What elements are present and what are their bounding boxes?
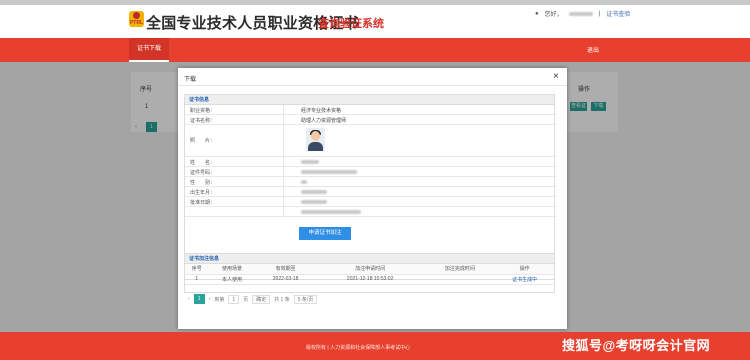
col-header: 使用场景 bbox=[208, 264, 256, 275]
field-label: 证书名称： bbox=[190, 118, 216, 124]
source-watermark: 搜狐号@考呀呀会计官网 bbox=[562, 338, 711, 353]
field-value-redacted bbox=[301, 209, 361, 215]
per-page-select[interactable]: 5 条/页 bbox=[293, 294, 318, 304]
photo-avatar bbox=[306, 128, 325, 151]
records-header-row: 序号 使用场景 有效期至 加注申请时间 加注完成时间 操作 bbox=[185, 264, 554, 275]
field-row-qualification: 职业资格： 经济专业技术资格 bbox=[185, 105, 556, 115]
cell-scene: 本人使用 bbox=[208, 274, 256, 285]
col-header: 序号 bbox=[185, 264, 209, 275]
close-icon[interactable]: × bbox=[553, 71, 559, 82]
modal-pagination: ‹ 1 › 到第 1 页 确定 共 1 条 5 条/页 bbox=[188, 293, 318, 305]
page-unit-label: 页 bbox=[243, 296, 249, 303]
annotation-records-panel: 证书加注信息 序号 使用场景 有效期至 加注申请时间 加注完成时间 操作 1 本… bbox=[184, 253, 555, 293]
cell-finish-time bbox=[424, 274, 496, 285]
field-row-name: 姓 名： bbox=[185, 157, 556, 167]
apply-row bbox=[185, 217, 556, 247]
col-header: 加注申请时间 bbox=[315, 264, 425, 275]
modal-header: 下载 × bbox=[178, 68, 567, 86]
apply-annotation-button[interactable]: 申请证书加注 bbox=[299, 227, 351, 240]
cell-valid-until: 2022-03-18 bbox=[255, 274, 316, 285]
cert-query-link[interactable]: 证书查验 bbox=[606, 9, 630, 18]
field-label: 证件号码： bbox=[190, 170, 216, 176]
user-greeting: 您好， bbox=[544, 12, 563, 18]
records-table: 序号 使用场景 有效期至 加注申请时间 加注完成时间 操作 1 本人使用 202… bbox=[185, 264, 554, 285]
field-value: 助理人力资源管理师 bbox=[301, 118, 347, 124]
col-header: 加注完成时间 bbox=[424, 264, 496, 275]
main-nav bbox=[0, 38, 750, 62]
user-name-redacted bbox=[568, 11, 593, 16]
field-value-redacted bbox=[301, 169, 357, 175]
tab-cert-download[interactable]: 证书下载 bbox=[129, 38, 170, 62]
logo-text: PTRL bbox=[129, 20, 144, 26]
next-page-button[interactable]: › bbox=[209, 296, 211, 302]
table-row: 1 本人使用 2022-03-18 2021-12-18 10:53:02 证书… bbox=[185, 274, 554, 285]
field-row-approval-date: 批准日期： bbox=[185, 197, 556, 207]
field-label: 照 片： bbox=[190, 138, 216, 144]
field-row-birth: 出生年月： bbox=[185, 187, 556, 197]
col-header: 操作 bbox=[495, 264, 554, 275]
exit-link[interactable]: 退出 bbox=[587, 45, 599, 54]
field-value: 经济专业技术资格 bbox=[301, 108, 342, 114]
cell-index: 1 bbox=[185, 274, 209, 285]
field-label: 职业资格： bbox=[190, 108, 216, 114]
field-value-redacted bbox=[301, 179, 307, 185]
logo-emblem-icon bbox=[133, 12, 140, 19]
header-user-area: ● 您好， | 证书查验 bbox=[535, 9, 630, 19]
field-label: 批准日期： bbox=[190, 200, 216, 206]
user-icon: ● bbox=[535, 10, 539, 17]
field-row-issuer bbox=[185, 207, 556, 217]
field-value-redacted bbox=[301, 159, 319, 165]
field-row-photo: 照 片： bbox=[185, 125, 556, 157]
site-subtitle: 查询验证系统 bbox=[318, 18, 384, 30]
goto-confirm-button[interactable]: 确定 bbox=[252, 294, 271, 304]
field-row-gender: 性 别： bbox=[185, 177, 556, 187]
field-value-redacted bbox=[301, 199, 327, 205]
field-label: 出生年月： bbox=[190, 190, 216, 196]
modal-title: 下载 bbox=[184, 77, 197, 83]
goto-label: 到第 bbox=[214, 296, 225, 303]
field-label: 性 别： bbox=[190, 180, 216, 186]
download-modal: 下载 × 证书信息 职业资格： 经济专业技术资格 证书名称： 助理人力资源管理师… bbox=[178, 68, 567, 329]
footer-copyright: 版权所有 | 人力资源和社会保障部人事考试中心 bbox=[306, 345, 411, 351]
cell-status-link[interactable]: 证书生成中 bbox=[495, 274, 554, 285]
field-row-cert-name: 证书名称： 助理人力资源管理师 bbox=[185, 115, 556, 125]
field-label: 姓 名： bbox=[190, 160, 216, 166]
cell-apply-time: 2021-12-18 10:53:02 bbox=[315, 274, 425, 285]
records-heading: 证书加注信息 bbox=[185, 254, 554, 264]
field-row-id-number: 证件号码： bbox=[185, 167, 556, 177]
page-1-button[interactable]: 1 bbox=[193, 294, 205, 304]
cert-info-heading: 证书信息 bbox=[185, 95, 554, 105]
col-header: 有效期至 bbox=[255, 264, 316, 275]
total-count: 共 1 条 bbox=[274, 296, 290, 303]
prev-page-button[interactable]: ‹ bbox=[188, 296, 190, 302]
goto-page-input[interactable]: 1 bbox=[228, 294, 240, 304]
field-value-redacted bbox=[301, 189, 327, 195]
header-separator: | bbox=[598, 10, 601, 17]
